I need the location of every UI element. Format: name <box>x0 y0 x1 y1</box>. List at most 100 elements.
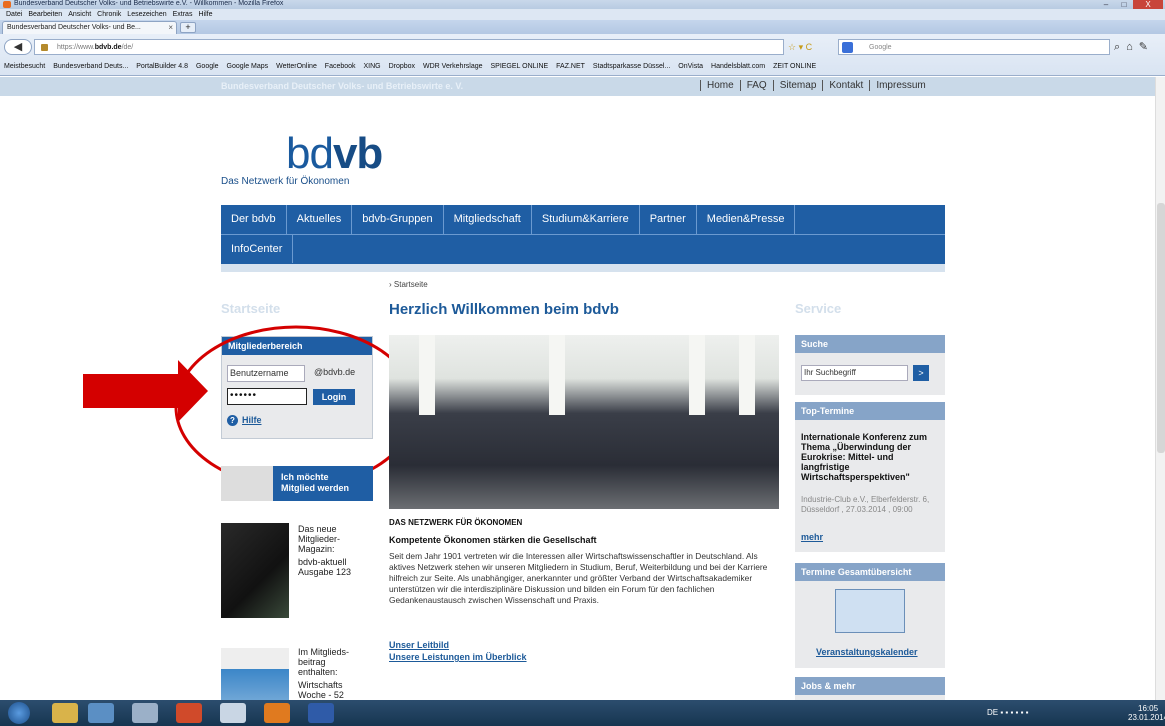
menu-lesezeichen[interactable]: Lesezeichen <box>127 9 166 20</box>
nav-medien-presse[interactable]: Medien&Presse <box>697 205 796 234</box>
menu-bar: Datei Bearbeiten Ansicht Chronik Lesezei… <box>0 9 1165 20</box>
calendar-link[interactable]: Veranstaltungskalender <box>816 647 918 657</box>
section-subtitle: Kompetente Ökonomen stärken die Gesellsc… <box>389 535 597 545</box>
bookmark-item[interactable]: WDR Verkehrslage <box>423 63 483 70</box>
left-heading: Startseite <box>221 301 281 316</box>
red-arrow-icon <box>83 360 208 422</box>
menu-chronik[interactable]: Chronik <box>97 9 121 20</box>
bookmark-star-icon[interactable]: ☆ ▾ C <box>788 42 812 53</box>
nav-partner[interactable]: Partner <box>640 205 697 234</box>
bookmark-item[interactable]: Dropbox <box>389 63 415 70</box>
event-more-link[interactable]: mehr <box>801 532 823 542</box>
help-icon: ? <box>227 415 238 426</box>
join-label: Ich möchte Mitglied werden <box>281 472 349 494</box>
help-link[interactable]: ? Hilfe <box>227 415 262 426</box>
back-button[interactable]: ◀ <box>4 39 32 55</box>
bookmark-item[interactable]: Meistbesucht <box>4 63 45 70</box>
bookmark-item[interactable]: WetterOnline <box>276 63 317 70</box>
app-icon[interactable] <box>220 703 246 723</box>
menu-ansicht[interactable]: Ansicht <box>68 9 91 20</box>
web-page: Bundesverband Deutscher Volks- und Betri… <box>0 77 1165 700</box>
nav-mitgliedschaft[interactable]: Mitgliedschaft <box>444 205 532 234</box>
powerpoint-icon[interactable] <box>176 703 202 723</box>
minimize-button[interactable]: – <box>1097 0 1115 9</box>
bookmark-item[interactable]: Google <box>196 63 219 70</box>
maximize-button[interactable]: □ <box>1115 0 1133 9</box>
bookmark-item[interactable]: Facebook <box>325 63 356 70</box>
bookmark-item[interactable]: Handelsblatt.com <box>711 63 765 70</box>
magazine-line: Mitglieder- <box>298 534 341 544</box>
menu-datei[interactable]: Datei <box>6 9 22 20</box>
jobs-header[interactable]: Jobs & mehr <box>795 677 945 695</box>
clock[interactable]: 16:05 23.01.2014 <box>1128 704 1165 722</box>
search-input[interactable]: Google <box>838 39 1110 55</box>
clock-date: 23.01.2014 <box>1128 713 1165 722</box>
bookmark-item[interactable]: SPIEGEL ONLINE <box>490 63 548 70</box>
tagline: Das Netzwerk für Ökonomen <box>221 176 350 187</box>
leistungen-link[interactable]: Unsere Leistungen im Überblick <box>389 652 527 662</box>
magazine-line[interactable]: Ausgabe 123 <box>298 567 351 577</box>
toplink-sitemap[interactable]: Sitemap <box>772 80 823 91</box>
magazine-line[interactable]: bdvb-aktuell <box>298 557 347 567</box>
start-button[interactable] <box>8 702 30 724</box>
search-header: Suche <box>795 335 945 353</box>
bookmark-item[interactable]: XING <box>364 63 381 70</box>
bookmark-item[interactable]: Stadtsparkasse Düssel... <box>593 63 670 70</box>
tab-bdvb[interactable]: Bundesverband Deutscher Volks- und Be...… <box>2 21 177 34</box>
nav-bdvb-gruppen[interactable]: bdvb-Gruppen <box>352 205 444 234</box>
login-button[interactable]: Login <box>313 389 355 405</box>
main-navigation: Der bdvb Aktuelles bdvb-Gruppen Mitglied… <box>221 205 945 264</box>
app-icon[interactable] <box>132 703 158 723</box>
nav-studium-karriere[interactable]: Studium&Karriere <box>532 205 640 234</box>
app-icon[interactable] <box>88 703 114 723</box>
org-name: Bundesverband Deutscher Volks- und Betri… <box>221 81 464 91</box>
email-domain-label: @bdvb.de <box>314 367 356 377</box>
bookmark-item[interactable]: FAZ.NET <box>556 63 585 70</box>
word-icon[interactable] <box>308 703 334 723</box>
wiwo-line: Woche - 52 <box>298 690 344 700</box>
bookmark-item[interactable]: Google Maps <box>227 63 269 70</box>
wirtschaftswoche-cover-image[interactable] <box>221 648 289 700</box>
scrollbar-thumb[interactable] <box>1157 203 1165 453</box>
folder-icon[interactable] <box>52 703 78 723</box>
join-member-button[interactable]: Ich möchte Mitglied werden <box>221 466 373 501</box>
site-search-input[interactable]: Ihr Suchbegriff <box>801 365 908 381</box>
join-line2: Mitglied werden <box>281 483 350 493</box>
firefox-taskbar-icon[interactable] <box>264 703 290 723</box>
calendar-icon[interactable] <box>835 589 905 633</box>
bdvb-logo[interactable]: bdvb <box>286 129 383 178</box>
member-login-box: Mitgliederbereich Benutzername @bdvb.de … <box>221 336 373 439</box>
toplink-impressum[interactable]: Impressum <box>869 80 932 91</box>
lock-icon <box>41 44 48 51</box>
leitbild-link[interactable]: Unser Leitbild <box>389 640 449 650</box>
bookmark-item[interactable]: PortalBuilder 4.8 <box>136 63 188 70</box>
logo-bold: vb <box>332 129 383 178</box>
toplink-faq[interactable]: FAQ <box>739 80 773 91</box>
new-tab-button[interactable]: + <box>180 22 196 33</box>
username-field[interactable]: Benutzername <box>227 365 305 382</box>
toplink-kontakt[interactable]: Kontakt <box>822 80 870 91</box>
tab-close-icon[interactable]: × <box>168 22 173 34</box>
language-indicator[interactable]: DE <box>987 708 998 717</box>
menu-hilfe[interactable]: Hilfe <box>198 9 212 20</box>
password-field[interactable]: •••••• <box>227 388 307 405</box>
breadcrumb[interactable]: › Startseite <box>389 280 428 289</box>
wiwo-line: Im Mitglieds- <box>298 647 350 657</box>
menu-extras[interactable]: Extras <box>173 9 193 20</box>
bookmark-item[interactable]: Bundesverband Deuts... <box>53 63 128 70</box>
logo-light: bd <box>286 129 334 178</box>
close-button[interactable]: X <box>1133 0 1163 9</box>
nav-der-bdvb[interactable]: Der bdvb <box>221 205 287 234</box>
bookmark-item[interactable]: ZEIT ONLINE <box>773 63 816 70</box>
page-scrollbar[interactable] <box>1155 77 1165 700</box>
toplink-home[interactable]: Home <box>700 80 740 91</box>
nav-infocenter[interactable]: InfoCenter <box>221 235 294 263</box>
wiwo-line: enthalten: <box>298 667 338 677</box>
nav-aktuelles[interactable]: Aktuelles <box>287 205 353 234</box>
home-icon[interactable]: ⌕⌂✎ <box>1114 40 1154 54</box>
search-go-button[interactable]: > <box>913 365 929 381</box>
bookmark-item[interactable]: OnVista <box>678 63 703 70</box>
menu-bearbeiten[interactable]: Bearbeiten <box>28 9 62 20</box>
url-bar[interactable]: https://www.bdvb.de/de/ <box>34 39 784 55</box>
magazine-cover-image[interactable] <box>221 523 289 618</box>
